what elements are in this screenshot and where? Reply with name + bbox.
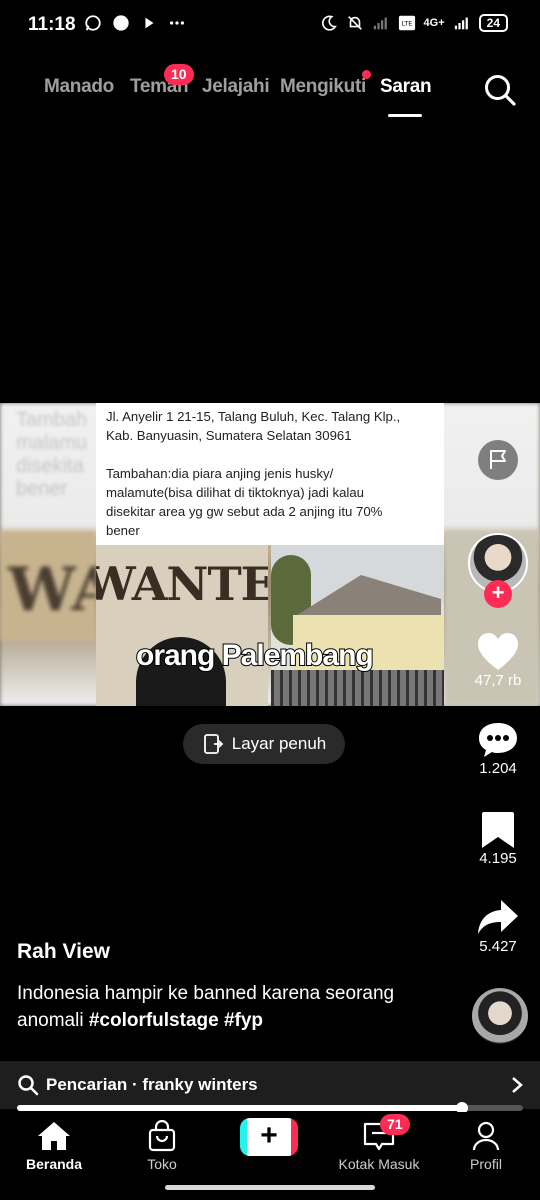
heart-icon [478,633,518,670]
report-button[interactable] [478,440,518,480]
fullscreen-button[interactable]: Layar penuh [183,724,345,764]
author-name[interactable]: Rah View [17,940,110,964]
status-time: 11:18 [28,14,76,35]
nav-kotak-masuk-label: Kotak Masuk [338,1156,420,1172]
nav-toko[interactable]: Toko [117,1120,207,1172]
home-indicator[interactable] [165,1185,375,1190]
nav-profil[interactable]: Profil [441,1120,531,1172]
share-button[interactable]: 5.427 [466,898,530,955]
blurred-card-text: Tambah malamu disekita bener [16,409,88,500]
nav-beranda[interactable]: Beranda [9,1120,99,1172]
fullscreen-label: Layar penuh [231,734,327,753]
svg-text:LTE: LTE [401,21,411,28]
tab-manado[interactable]: Manado [44,76,114,98]
follow-button[interactable]: + [484,580,512,608]
nav-toko-label: Toko [147,1156,177,1172]
status-bar: 11:18 LTE 4G+ 24 [0,0,540,50]
chevron-right-icon [512,1077,523,1093]
search-icon[interactable] [482,72,518,108]
video-description: Indonesia hampir ke banned karena seoran… [17,980,457,1034]
active-tab-indicator [388,114,422,117]
whatsapp-icon [85,15,101,31]
bookmark-icon [482,812,514,848]
create-button[interactable]: + [240,1118,298,1156]
network-type: 4G+ [423,17,445,29]
nav-profil-label: Profil [470,1156,502,1172]
shopping-bag-icon [148,1120,176,1152]
profile-icon [472,1121,500,1151]
address-note-card: Jl. Anyelir 1 21-15, Talang Buluh, Kec. … [96,403,444,545]
status-notification-icons [84,14,186,32]
volte-icon: LTE [398,15,415,31]
hashtags[interactable]: #colorfulstage #fyp [89,1010,263,1031]
nav-beranda-label: Beranda [25,1156,83,1172]
blurred-sign: WANTEI [0,531,96,641]
related-search-text: Pencarian · franky winters [46,1075,258,1094]
address-note-text: Jl. Anyelir 1 21-15, Talang Buluh, Kec. … [106,409,401,538]
music-disc[interactable] [472,988,528,1044]
signal-icon [454,17,468,30]
video-progress-bar[interactable] [17,1102,523,1114]
share-count: 5.427 [479,938,517,955]
plus-icon: + [247,1118,291,1156]
video-left-frame: WANTEI [96,545,268,706]
circle-notification-icon [113,15,129,31]
battery-icon: 24 [478,14,508,32]
nav-kotak-masuk[interactable]: Kotak Masuk [334,1120,424,1172]
play-store-icon [145,17,154,29]
bookmark-count: 4.195 [479,850,517,867]
share-arrow-icon [478,900,518,934]
sign-text: WANTEI [96,557,268,611]
signal-weak-icon [373,17,387,30]
muted-bell-icon [347,16,362,30]
tab-jelajahi[interactable]: Jelajahi [202,76,270,98]
search-small-icon [18,1075,39,1096]
comment-button[interactable]: 1.204 [466,720,530,777]
home-icon [38,1122,70,1150]
moon-icon [321,15,337,31]
flag-icon [490,450,506,469]
top-feed-tabs: Manado Teman 10 Jelajahi Mengikuti Saran [0,64,540,117]
house-fence [271,670,444,706]
video-player[interactable]: Tambah malamu disekita bener WANTEI Jl. … [0,403,540,706]
status-system-icons: LTE 4G+ 24 [320,14,508,32]
blurred-sign-text: WANTEI [8,555,96,625]
video-progress-fill [17,1105,463,1111]
tab-mengikuti[interactable]: Mengikuti [280,76,366,98]
more-notifications-icon [169,21,185,25]
bookmark-button[interactable]: 4.195 [466,810,530,867]
inbox-badge: 71 [380,1114,410,1135]
house-image [271,545,444,706]
like-count: 47,7 rb [474,672,522,689]
comment-count: 1.204 [479,760,517,777]
like-button[interactable]: 47,7 rb [466,632,530,689]
video-overlay-caption: orang Palembang [135,638,375,673]
friends-badge: 10 [164,64,194,85]
fullscreen-icon [203,734,224,754]
tab-saran[interactable]: Saran [380,76,432,98]
following-dot [362,70,371,79]
comment-icon [479,723,517,757]
